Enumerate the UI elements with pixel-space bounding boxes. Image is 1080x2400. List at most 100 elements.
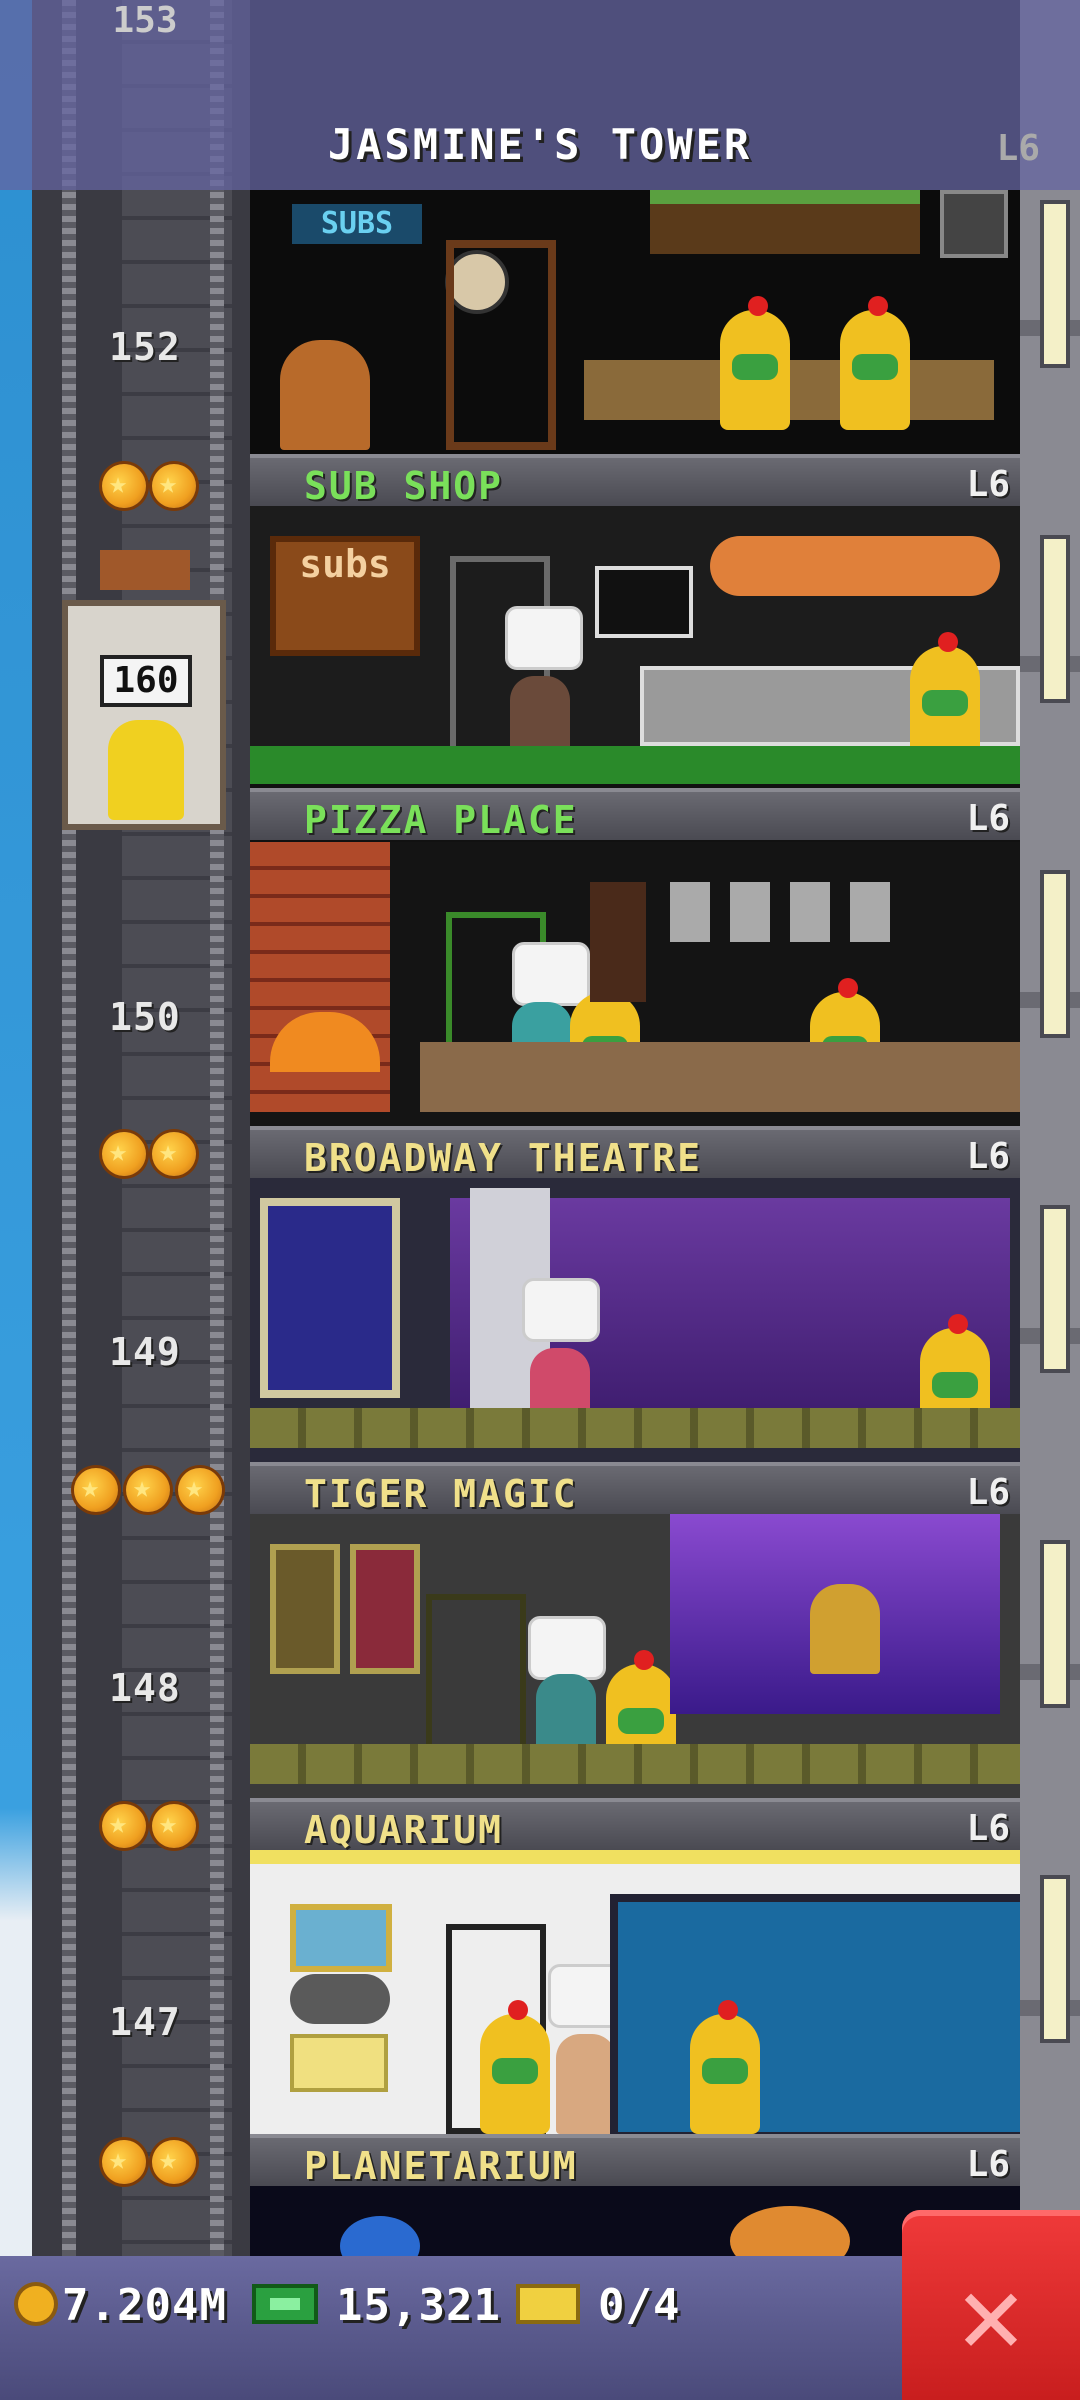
floor-number-149: 149 (109, 1330, 181, 1374)
floor-148[interactable]: AQUARIUM L6 (250, 1514, 1020, 1852)
shaft-rail-right (210, 0, 224, 2260)
floor-152[interactable]: SUBS SUB SHOP L6 (250, 190, 1020, 526)
magic-poster (350, 1544, 420, 1674)
bux-balance: 15,321 (336, 2280, 501, 2331)
floor-level: L6 (966, 1136, 1010, 1177)
subs-neon-sign: SUBS (292, 204, 422, 244)
room-aquarium (250, 1850, 1036, 2140)
doorway (446, 240, 556, 450)
floor-name: PLANETARIUM (304, 2144, 578, 2188)
close-button[interactable]: ✕ (902, 2210, 1080, 2400)
star-icon (126, 1468, 170, 1512)
floor-name: TIGER MAGIC (304, 1472, 578, 1516)
sky-strip (0, 0, 32, 2260)
floor-name: BROADWAY THEATRE (304, 1136, 703, 1180)
shaft-rail-left (62, 0, 76, 2260)
floor-150[interactable]: BROADWAY THEATRE L6 (250, 842, 1020, 1180)
star-icon (102, 1132, 146, 1176)
tiger-statue (810, 1584, 880, 1674)
room-broadway-theatre (250, 1178, 1020, 1462)
elevator-top (100, 550, 190, 590)
floor-name: SUB SHOP (304, 464, 504, 508)
floor-label-band[interactable]: SUB SHOP L6 (250, 454, 1020, 508)
coin-balance: 7.204M (62, 2280, 227, 2331)
star-icon (102, 1804, 146, 1848)
coin-icon (18, 2286, 54, 2322)
elevator-display: 160 (100, 655, 192, 707)
pizza-trays (670, 882, 910, 942)
room-pizza-kitchen (250, 842, 1020, 1126)
chicken-customer (720, 296, 790, 430)
chicken-worker (690, 2000, 760, 2134)
theatre-seats (250, 1408, 1020, 1448)
floor-level: L6 (966, 798, 1010, 839)
ticket-icon (516, 2284, 580, 2324)
floor-level: L6 (966, 2144, 1010, 2185)
room-tiger-magic (250, 1514, 1020, 1798)
thought-bubble (505, 606, 583, 670)
floor-level: L6 (996, 128, 1040, 169)
floor-147[interactable]: PLANETARIUM L6 (250, 1850, 1036, 2188)
floor-label-band[interactable]: BROADWAY THEATRE L6 (250, 1126, 1020, 1180)
chicken-customer (840, 296, 910, 430)
elevator-rider (108, 720, 184, 820)
floor-level: L6 (966, 1808, 1010, 1849)
window (1040, 870, 1070, 1038)
magic-poster (270, 1544, 340, 1674)
floor-name: PIZZA PLACE (304, 798, 578, 842)
window (1040, 535, 1070, 703)
aquarium-tank (610, 1894, 1036, 2140)
floor-label-band[interactable]: TIGER MAGIC L6 (250, 1462, 1020, 1516)
star-icon (152, 2140, 196, 2184)
floor-number-147: 147 (109, 2000, 181, 2044)
floor-number-150: 150 (109, 995, 181, 1039)
thought-bubble (512, 942, 590, 1006)
thought-bubble (522, 1278, 600, 1342)
floors-column: SUBS SUB SHOP L6 subs PIZZA PLACE L6 BRO… (250, 0, 1036, 2276)
customer (556, 2034, 616, 2134)
floor-label-band[interactable]: PIZZA PLACE L6 (250, 788, 1020, 842)
star-icon (152, 1804, 196, 1848)
menu-chalkboard (595, 566, 693, 638)
bux-icon (252, 2284, 318, 2324)
window (1040, 1875, 1070, 2043)
star-icon (102, 2140, 146, 2184)
pizza-counter (420, 1042, 1020, 1112)
floor-151[interactable]: subs PIZZA PLACE L6 (250, 506, 1020, 842)
room-sub-shop: SUBS (250, 190, 1020, 454)
floor-number-148: 148 (109, 1666, 181, 1710)
theatre-seats (250, 1744, 1020, 1784)
phantom-poster (260, 1198, 400, 1398)
window (1040, 1540, 1070, 1708)
giant-sub-sign (710, 536, 1000, 596)
floor-149[interactable]: TIGER MAGIC L6 (250, 1178, 1020, 1516)
star-icon (152, 1132, 196, 1176)
room-pizza-place: subs (250, 506, 1020, 784)
chicken-customer (480, 2000, 550, 2134)
floor-label-band[interactable]: AQUARIUM L6 (250, 1798, 1020, 1852)
floor-strip (250, 746, 1020, 784)
star-icon (74, 1468, 118, 1512)
jukebox (280, 340, 370, 450)
window (1040, 200, 1070, 368)
fish-model (290, 1974, 390, 2024)
info-sign (290, 2034, 388, 2092)
floor-number-153: 153 (112, 0, 178, 41)
tower-title[interactable]: JASMINE'S TOWER (0, 120, 1080, 169)
floor-level: L6 (966, 1472, 1010, 1513)
floor-name: AQUARIUM (304, 1808, 504, 1852)
menu-board (590, 882, 646, 1002)
star-icon (152, 464, 196, 508)
tv-screen (940, 190, 1008, 258)
floor-level: L6 (966, 464, 1010, 505)
floor-label-band[interactable]: PLANETARIUM L6 (250, 2134, 1020, 2188)
ticket-count: 0/4 (598, 2280, 681, 2331)
window (1040, 1205, 1070, 1373)
subs-menu-board: subs (270, 536, 420, 656)
thought-bubble (528, 1616, 606, 1680)
bar-rack (650, 190, 920, 254)
star-icon (178, 1468, 222, 1512)
star-icon (102, 464, 146, 508)
fish-poster (290, 1904, 392, 1972)
close-icon: ✕ (957, 2250, 1025, 2378)
